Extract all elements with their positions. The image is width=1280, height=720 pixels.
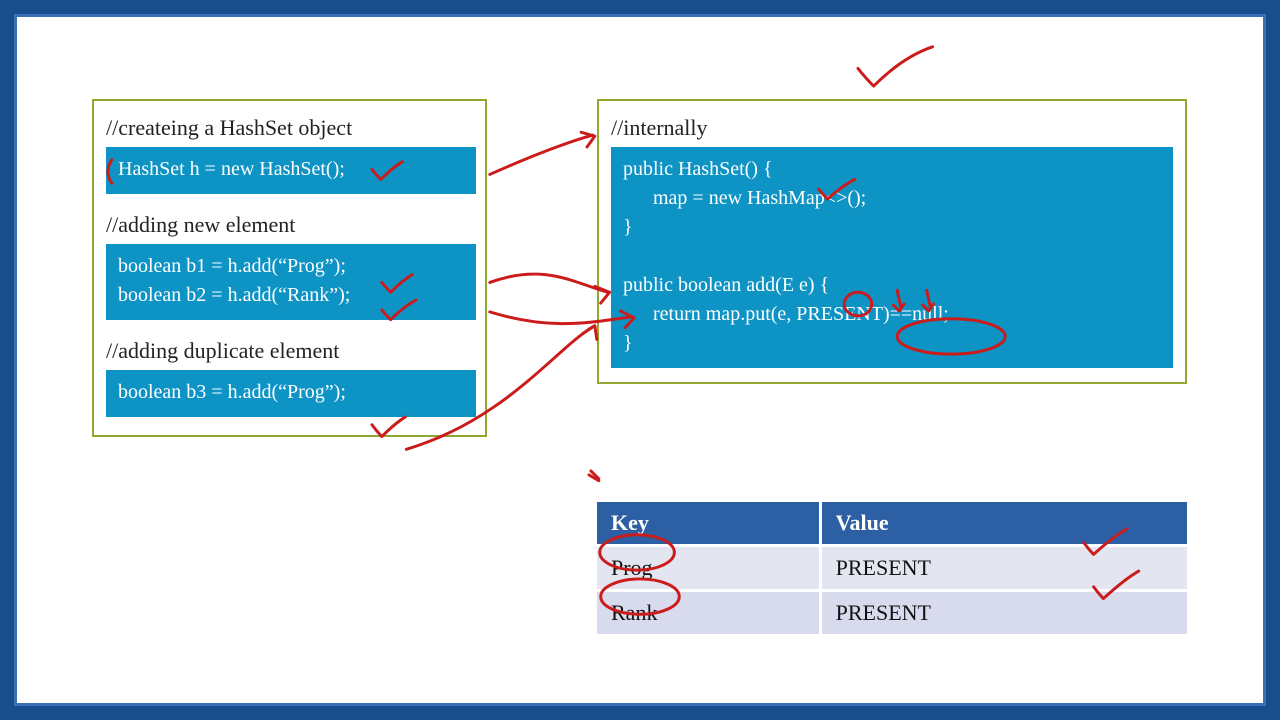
table-cell-value: PRESENT	[820, 546, 1187, 591]
left-code-box: //createing a HashSet object HashSet h =…	[92, 99, 487, 437]
slide-frame: //createing a HashSet object HashSet h =…	[14, 14, 1266, 706]
right-code-box: //internally public HashSet() { map = ne…	[597, 99, 1187, 384]
table-header-value: Value	[820, 502, 1187, 546]
table-cell-key: Prog	[597, 546, 820, 591]
hashmap-table: Key Value Prog PRESENT Rank PRESENT	[597, 502, 1187, 634]
table-row: Prog PRESENT	[597, 546, 1187, 591]
comment-add-new: //adding new element	[106, 212, 473, 238]
comment-add-dup: //adding duplicate element	[106, 338, 473, 364]
table-cell-value: PRESENT	[820, 591, 1187, 635]
comment-internal: //internally	[611, 115, 1173, 141]
table-cell-key: Rank	[597, 591, 820, 635]
code-internal: public HashSet() { map = new HashMap<>()…	[611, 147, 1173, 368]
code-create: HashSet h = new HashSet();	[106, 147, 476, 194]
table-header-key: Key	[597, 502, 820, 546]
code-add-dup: boolean b3 = h.add(“Prog”);	[106, 370, 476, 417]
content-area: //createing a HashSet object HashSet h =…	[37, 37, 1243, 683]
comment-create: //createing a HashSet object	[106, 115, 473, 141]
code-add-new: boolean b1 = h.add(“Prog”); boolean b2 =…	[106, 244, 476, 320]
table-row: Rank PRESENT	[597, 591, 1187, 635]
